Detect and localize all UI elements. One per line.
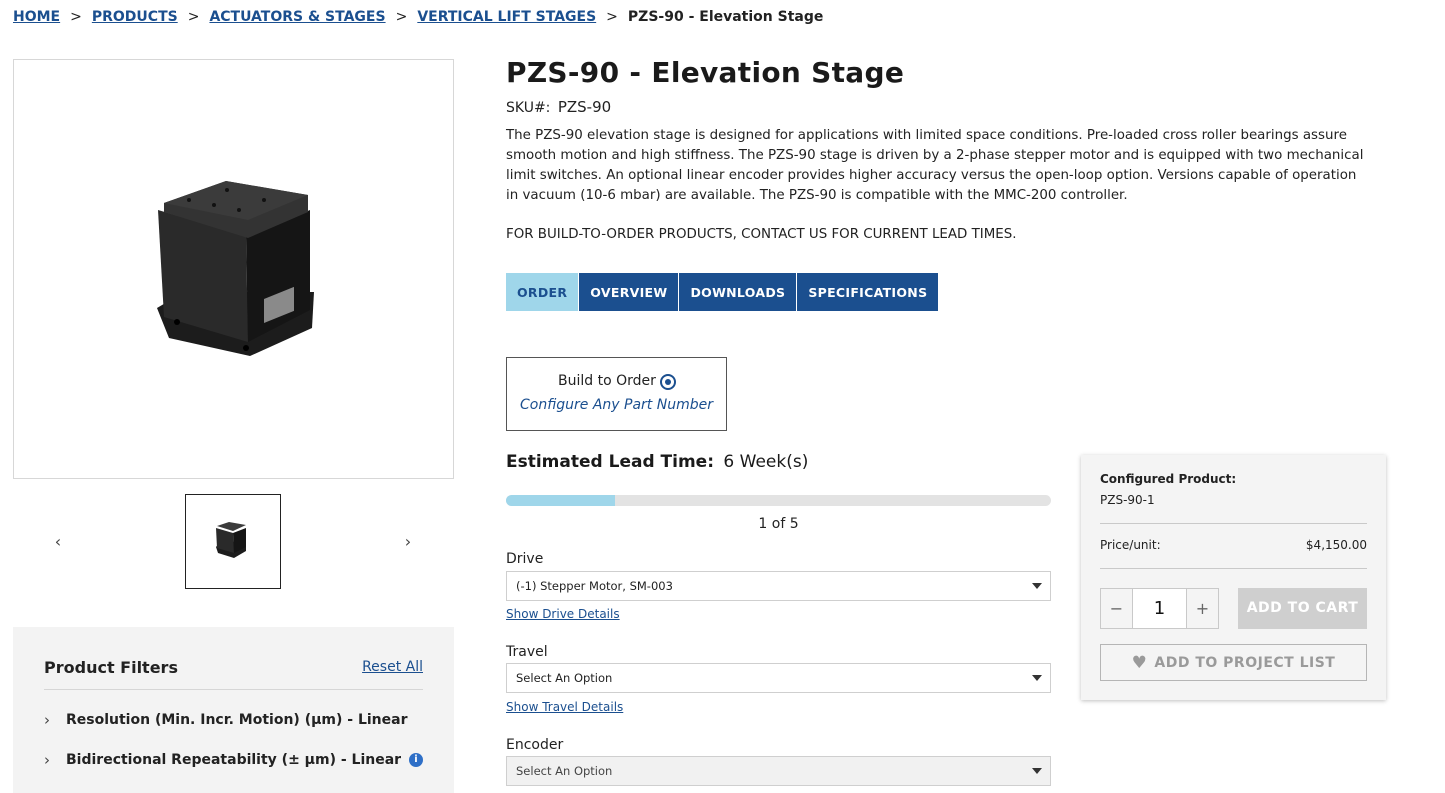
gallery-prev-arrow-icon[interactable]: ‹ bbox=[48, 530, 68, 554]
filter-label: Resolution (Min. Incr. Motion) (μm) - Li… bbox=[66, 712, 408, 728]
quantity-input[interactable] bbox=[1132, 589, 1187, 628]
filters-title: Product Filters bbox=[44, 658, 178, 677]
estimated-lead-time: Estimated Lead Time: 6 Week(s) bbox=[506, 452, 808, 472]
breadcrumb-actuators-stages[interactable]: ACTUATORS & STAGES bbox=[209, 9, 385, 25]
minus-icon[interactable]: − bbox=[1101, 589, 1132, 628]
cart-panel: Configured Product: PZS-90-1 Price/unit:… bbox=[1081, 455, 1386, 700]
heart-icon: ♥ bbox=[1131, 652, 1148, 673]
sku-value: PZS-90 bbox=[557, 98, 612, 116]
configurator-progress-bar bbox=[506, 495, 1051, 506]
product-filters-panel: Product Filters Reset All › Resolution (… bbox=[13, 627, 454, 793]
configure-part-number-label: Configure Any Part Number bbox=[520, 397, 713, 413]
cart-divider bbox=[1100, 568, 1367, 569]
progress-step-text: 1 of 5 bbox=[758, 516, 799, 532]
lead-time-value: 6 Week(s) bbox=[723, 452, 809, 472]
chevron-right-icon: › bbox=[44, 751, 50, 769]
tab-order[interactable]: ORDER bbox=[506, 273, 579, 311]
drive-select[interactable]: (-1) Stepper Motor, SM-003 bbox=[506, 571, 1051, 601]
build-to-order-radio[interactable] bbox=[660, 374, 676, 390]
tab-downloads[interactable]: DOWNLOADS bbox=[679, 273, 797, 311]
caret-down-icon bbox=[1032, 583, 1042, 589]
breadcrumb-current: PZS-90 - Elevation Stage bbox=[627, 9, 824, 25]
plus-icon[interactable]: + bbox=[1187, 589, 1218, 628]
info-icon[interactable]: i bbox=[409, 753, 423, 767]
breadcrumb-separator: > bbox=[70, 9, 82, 25]
product-description: The PZS-90 elevation stage is designed f… bbox=[506, 128, 1364, 203]
add-to-project-list-label: ADD TO PROJECT LIST bbox=[1154, 654, 1336, 671]
add-to-project-list-button[interactable]: ♥ ADD TO PROJECT LIST bbox=[1100, 644, 1367, 681]
breadcrumb-separator: > bbox=[395, 9, 408, 25]
product-tabs: ORDER OVERVIEW DOWNLOADS SPECIFICATIONS bbox=[506, 273, 939, 311]
caret-down-icon bbox=[1032, 675, 1042, 681]
encoder-select-value: Select An Option bbox=[516, 764, 613, 778]
price-per-unit-value: $4,150.00 bbox=[1305, 538, 1367, 552]
encoder-select[interactable]: Select An Option bbox=[506, 756, 1051, 786]
drive-label: Drive bbox=[506, 551, 544, 567]
lead-time-label: Estimated Lead Time: bbox=[506, 452, 715, 472]
quantity-stepper: − + bbox=[1100, 588, 1219, 629]
progress-bar-fill bbox=[506, 495, 615, 506]
gallery-next-arrow-icon[interactable]: › bbox=[398, 530, 418, 554]
filter-bidirectional-repeatability[interactable]: › Bidirectional Repeatability (± μm) - L… bbox=[44, 749, 423, 771]
caret-down-icon bbox=[1032, 768, 1042, 774]
travel-label: Travel bbox=[506, 644, 548, 660]
tab-specifications[interactable]: SPECIFICATIONS bbox=[797, 273, 939, 311]
travel-select-value: Select An Option bbox=[516, 671, 613, 685]
reset-all-link[interactable]: Reset All bbox=[362, 659, 423, 675]
breadcrumb-home[interactable]: HOME bbox=[13, 9, 60, 25]
show-drive-details-link[interactable]: Show Drive Details bbox=[506, 607, 620, 621]
build-to-order-option[interactable]: Build to Order Configure Any Part Number bbox=[506, 357, 727, 431]
drive-select-value: (-1) Stepper Motor, SM-003 bbox=[516, 579, 673, 593]
filters-divider bbox=[44, 689, 423, 690]
main-product-image[interactable] bbox=[13, 59, 454, 479]
breadcrumb-separator: > bbox=[606, 9, 618, 25]
filter-label: Bidirectional Repeatability (± μm) - Lin… bbox=[66, 752, 402, 768]
build-to-order-label: Build to Order bbox=[558, 373, 656, 389]
breadcrumb-products[interactable]: PRODUCTS bbox=[92, 9, 178, 25]
gallery-thumbnail[interactable] bbox=[185, 494, 281, 589]
travel-select[interactable]: Select An Option bbox=[506, 663, 1051, 693]
filter-resolution[interactable]: › Resolution (Min. Incr. Motion) (μm) - … bbox=[44, 709, 423, 731]
chevron-right-icon: › bbox=[44, 711, 50, 729]
breadcrumb-separator: > bbox=[187, 9, 200, 25]
elevation-stage-image bbox=[157, 181, 314, 356]
page-title: PZS-90 - Elevation Stage bbox=[506, 56, 905, 89]
breadcrumb: HOME > PRODUCTS > ACTUATORS & STAGES > V… bbox=[13, 7, 823, 27]
lead-time-notice: FOR BUILD-TO-ORDER PRODUCTS, CONTACT US … bbox=[506, 227, 1017, 242]
configured-product-value: PZS-90-1 bbox=[1100, 493, 1155, 507]
encoder-label: Encoder bbox=[506, 737, 564, 753]
add-to-cart-button[interactable]: ADD TO CART bbox=[1238, 588, 1367, 629]
configured-product-label: Configured Product: bbox=[1100, 472, 1237, 486]
breadcrumb-vertical-lift-stages[interactable]: VERTICAL LIFT STAGES bbox=[417, 9, 596, 25]
cart-divider bbox=[1100, 523, 1367, 524]
sku-label: SKU#: bbox=[506, 100, 551, 116]
sku: SKU#: PZS-90 bbox=[506, 98, 611, 116]
thumbnail-stage-image bbox=[216, 522, 246, 558]
show-travel-details-link[interactable]: Show Travel Details bbox=[506, 700, 623, 714]
price-per-unit-label: Price/unit: bbox=[1100, 538, 1161, 552]
tab-overview[interactable]: OVERVIEW bbox=[579, 273, 679, 311]
